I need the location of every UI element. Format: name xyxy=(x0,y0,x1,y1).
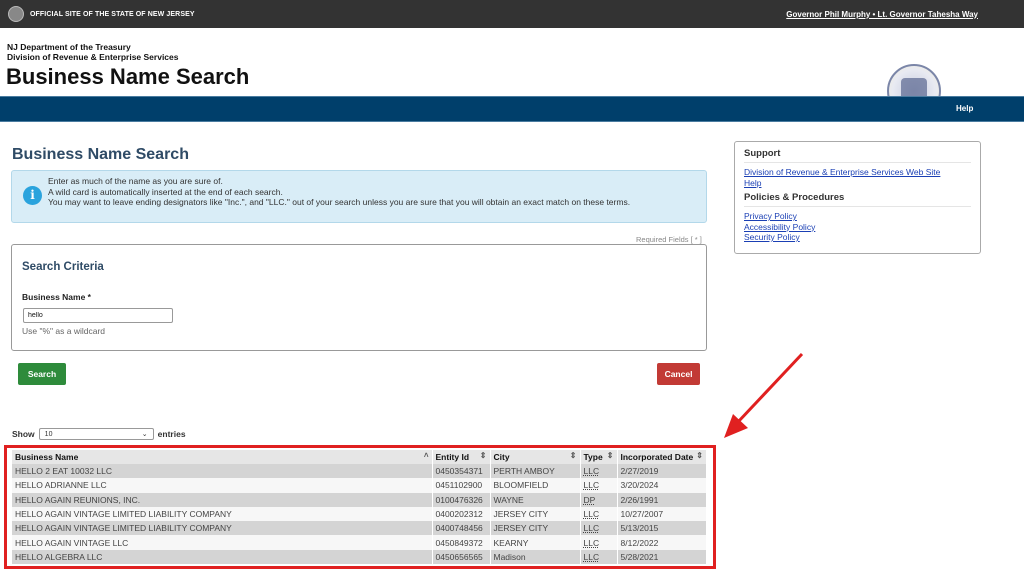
dept-line-2: Division of Revenue & Enterprise Service… xyxy=(7,52,179,62)
support-heading: Support xyxy=(744,148,971,163)
page-title: Business Name Search xyxy=(12,146,189,163)
cancel-button[interactable]: Cancel xyxy=(657,363,700,385)
page-header: NJ Department of the Treasury Division o… xyxy=(0,28,1024,118)
search-criteria-panel: Search Criteria Business Name * Use "%" … xyxy=(11,244,707,351)
info-icon: i xyxy=(23,186,42,205)
site-title: Business Name Search xyxy=(6,64,250,89)
policies-heading: Policies & Procedures xyxy=(744,192,971,207)
required-fields-note: Required Fields [ * ] xyxy=(636,235,702,244)
show-label: Show xyxy=(12,429,35,439)
governor-link[interactable]: Governor Phil Murphy • Lt. Governor Tahe… xyxy=(786,10,978,19)
accessibility-policy-link[interactable]: Accessibility Policy xyxy=(744,222,971,233)
info-line: Enter as much of the name as you are sur… xyxy=(48,176,223,186)
department-name: NJ Department of the Treasury Division o… xyxy=(7,42,178,62)
business-name-input[interactable] xyxy=(23,308,173,323)
entries-label: entries xyxy=(157,429,186,439)
info-line: You may want to leave ending designators… xyxy=(48,197,631,207)
state-banner: OFFICIAL SITE OF THE STATE OF NEW JERSEY… xyxy=(0,0,1024,28)
search-button[interactable]: Search xyxy=(18,363,66,385)
entries-length-control: Show 10 ⌄ entries xyxy=(12,428,186,440)
support-sidebar: Support Division of Revenue & Enterprise… xyxy=(734,141,981,254)
dres-website-link[interactable]: Division of Revenue & Enterprise Service… xyxy=(744,167,971,178)
nav-bar: Help xyxy=(0,96,1024,122)
nj-seal-icon xyxy=(8,6,24,22)
highlight-box-annotation xyxy=(4,445,716,569)
dept-line-1: NJ Department of the Treasury xyxy=(7,42,131,52)
business-name-label: Business Name * xyxy=(22,292,91,302)
entries-select-value: 10 xyxy=(44,430,53,438)
entries-select[interactable]: 10 ⌄ xyxy=(38,428,154,440)
nav-help-link[interactable]: Help xyxy=(956,104,973,113)
chevron-down-icon: ⌄ xyxy=(141,431,148,438)
security-policy-link[interactable]: Security Policy xyxy=(744,232,971,243)
search-criteria-heading: Search Criteria xyxy=(22,261,104,273)
wildcard-hint: Use "%" as a wildcard xyxy=(22,326,106,336)
info-alert: i Enter as much of the name as you are s… xyxy=(11,170,707,223)
sidebar-help-link[interactable]: Help xyxy=(744,178,971,189)
annotation-arrow-icon xyxy=(724,352,804,438)
official-site-text: OFFICIAL SITE OF THE STATE OF NEW JERSEY xyxy=(30,10,195,18)
info-line: A wild card is automatically inserted at… xyxy=(48,186,283,197)
privacy-policy-link[interactable]: Privacy Policy xyxy=(744,211,971,222)
